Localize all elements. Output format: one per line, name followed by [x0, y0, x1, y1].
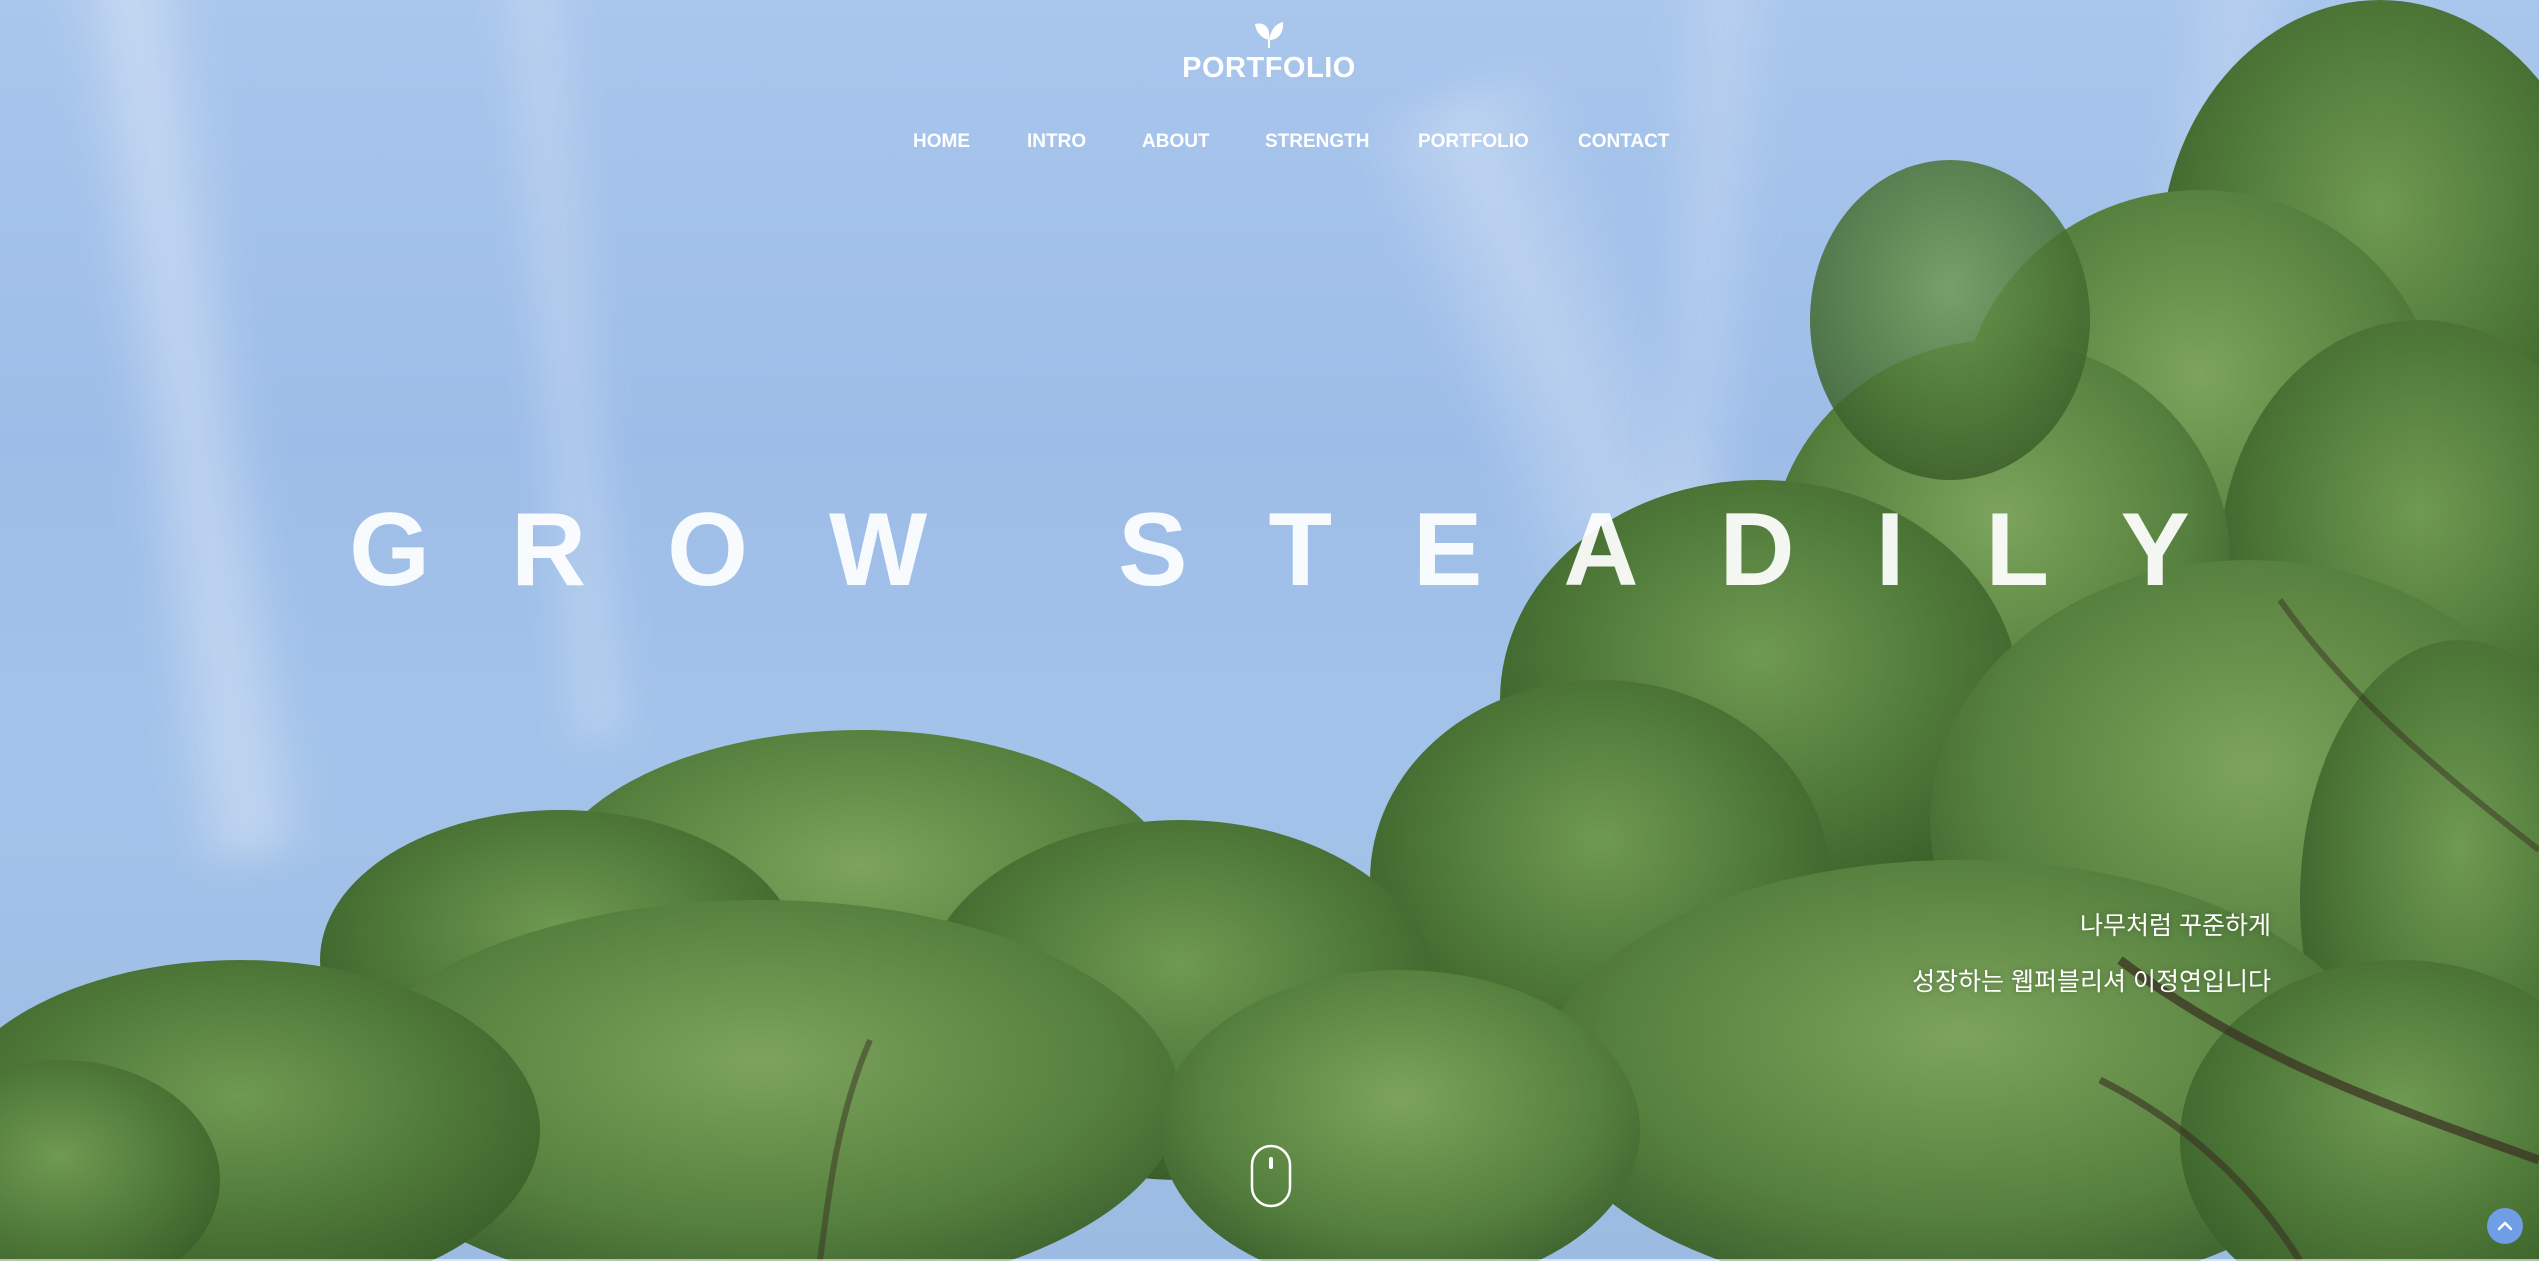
nav-item-contact[interactable]: CONTACT: [1578, 131, 1669, 153]
tagline-line-2: 성장하는 웹퍼블리셔 이정연입니다: [1912, 968, 2271, 996]
chevron-up-icon: [2497, 1221, 2513, 1231]
nav-item-home[interactable]: HOME: [913, 131, 970, 153]
tree-foliage: [0, 0, 2539, 1261]
hero-headline: GROW STEADILY: [349, 491, 2271, 608]
main-nav: HOME INTRO ABOUT STRENGTH PORTFOLIO CONT…: [0, 131, 2539, 161]
hero-section: PORTFOLIO HOME INTRO ABOUT STRENGTH PORT…: [0, 0, 2539, 1261]
nav-item-portfolio[interactable]: PORTFOLIO: [1418, 131, 1529, 153]
logo[interactable]: PORTFOLIO: [1169, 18, 1369, 85]
tagline-line-1: 나무처럼 꾸준하게: [2080, 912, 2271, 940]
leaf-icon: [1255, 22, 1284, 48]
site-header: PORTFOLIO HOME INTRO ABOUT STRENGTH PORT…: [0, 0, 2539, 170]
nav-item-intro[interactable]: INTRO: [1027, 131, 1086, 153]
mouse-scroll-icon[interactable]: [1250, 1144, 1292, 1208]
nav-item-strength[interactable]: STRENGTH: [1265, 131, 1370, 153]
hero-tagline: 나무처럼 꾸준하게 성장하는 웹퍼블리셔 이정연입니다: [1912, 898, 2271, 1010]
scroll-top-button[interactable]: [2487, 1208, 2523, 1244]
nav-item-about[interactable]: ABOUT: [1142, 131, 1210, 153]
logo-text: PORTFOLIO: [1182, 52, 1356, 84]
